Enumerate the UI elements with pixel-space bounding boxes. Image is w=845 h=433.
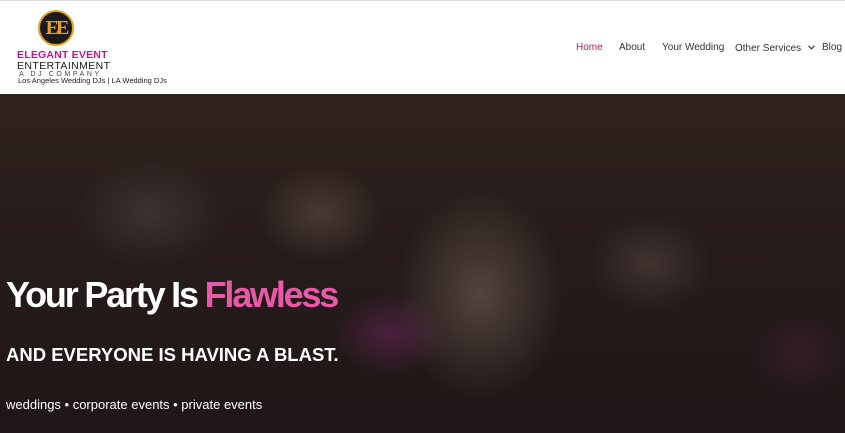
nav-item-label: About (619, 42, 646, 53)
nav-item-other-services[interactable]: Other Services (735, 42, 815, 54)
nav-item-about[interactable]: About (619, 42, 645, 53)
hero-title-accent: Flawless (204, 274, 340, 315)
hero-subtitle: AND EVERYONE IS HAVING A BLAST. (6, 344, 339, 365)
logo-emblem-text: EE (45, 17, 70, 39)
nav-item-your-wedding[interactable]: Your Wedding (662, 42, 724, 53)
chevron-down-icon (808, 42, 815, 53)
hero-title: Your Party Is Flawless (6, 274, 340, 316)
site-header: EE ELEGANT EVENT ENTERTAINMENT A DJ COMP… (0, 0, 845, 94)
hero-banner: Your Party Is Flawless AND EVERYONE IS H… (0, 94, 845, 433)
logo-emblem-icon: EE (38, 10, 74, 46)
nav-item-home[interactable]: Home (576, 42, 603, 53)
main-nav: Home About Your Wedding Other Services B… (0, 42, 845, 56)
nav-item-blog[interactable]: Blog (822, 42, 842, 53)
hero-event-types: weddings • corporate events • private ev… (6, 397, 263, 412)
nav-item-label: Other Services (735, 43, 802, 54)
hero-title-main: Your Party Is (6, 274, 205, 315)
hero-background-photo (0, 94, 845, 433)
nav-item-label: Your Wedding (662, 42, 725, 53)
nav-item-label: Blog (822, 42, 843, 53)
site-tagline: Los Angeles Wedding DJs | LA Wedding DJs (18, 76, 167, 85)
nav-item-label: Home (576, 42, 603, 53)
